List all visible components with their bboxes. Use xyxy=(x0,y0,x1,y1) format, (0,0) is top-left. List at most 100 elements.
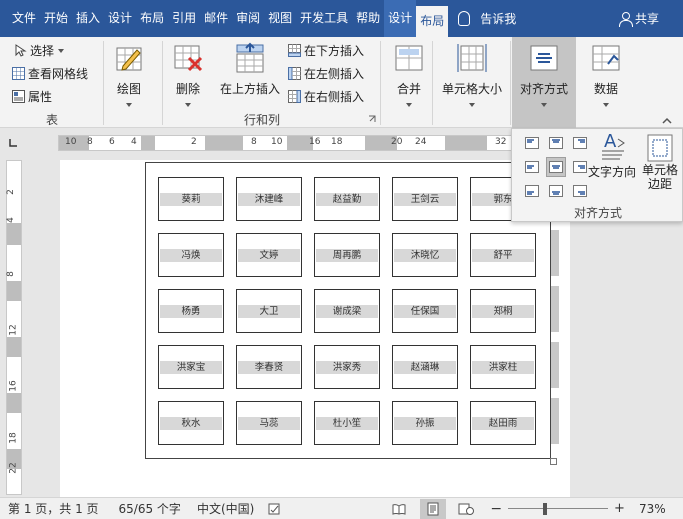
tab-table-layout[interactable]: 布局 xyxy=(416,4,449,37)
tab-mailings[interactable]: 邮件 xyxy=(200,0,232,37)
cell-text: 沐晓忆 xyxy=(394,248,456,262)
dialog-launcher-icon[interactable] xyxy=(368,115,376,123)
cell-text: 赵涵琳 xyxy=(394,360,456,374)
document-page[interactable]: 葵莉 沐建峰 赵益勤 王剑云 郭东 冯焕 文婷 周再鹏 沐晓忆 舒平 杨勇 大卫… xyxy=(60,160,570,497)
table-cell[interactable]: 冯焕 xyxy=(158,233,224,277)
person-icon xyxy=(618,11,633,27)
cell-text: 冯焕 xyxy=(160,248,222,262)
align-middle-right-icon xyxy=(573,161,587,173)
tab-insert[interactable]: 插入 xyxy=(72,0,104,37)
properties-button[interactable]: 属性 xyxy=(12,88,52,105)
chevron-down-icon xyxy=(185,103,191,107)
tab-references[interactable]: 引用 xyxy=(168,0,200,37)
table-cell[interactable]: 任保国 xyxy=(392,289,458,333)
table-cell[interactable]: 杨勇 xyxy=(158,289,224,333)
tab-layout[interactable]: 布局 xyxy=(136,0,168,37)
word-count[interactable]: 65/65 个字 xyxy=(119,500,181,517)
proofing-icon[interactable] xyxy=(268,502,282,516)
insert-left-button[interactable]: 在左侧插入 xyxy=(288,65,364,82)
print-layout-button[interactable] xyxy=(420,498,447,519)
table-cell[interactable]: 杜小笙 xyxy=(314,401,380,445)
collapse-ribbon-icon[interactable] xyxy=(662,117,672,125)
svg-text:A: A xyxy=(604,131,617,152)
table-cell[interactable]: 舒平 xyxy=(470,233,536,277)
tab-table-design[interactable]: 设计 xyxy=(384,0,417,37)
column-shade xyxy=(551,398,559,444)
table-cell[interactable]: 孙振 xyxy=(392,401,458,445)
align-middle-center-button[interactable] xyxy=(546,157,566,177)
zoom-thumb[interactable] xyxy=(543,502,548,515)
ruler-number: 6 xyxy=(109,137,115,147)
zoom-in-button[interactable]: + xyxy=(614,501,625,516)
share-button[interactable]: 共享 xyxy=(618,10,659,27)
cell-size-button[interactable]: 单元格大小 xyxy=(442,42,502,107)
vertical-ruler[interactable]: 2 4 8 12 16 18 22 xyxy=(6,160,22,495)
tell-me-search[interactable]: 告诉我 xyxy=(458,10,516,27)
insert-above-button[interactable]: 在上方插入 xyxy=(220,42,280,97)
tab-selector-icon[interactable] xyxy=(6,136,20,150)
table-cell[interactable]: 葵莉 xyxy=(158,177,224,221)
table-cell[interactable]: 洪家秀 xyxy=(314,345,380,389)
alignment-button[interactable]: 对齐方式 xyxy=(512,37,576,128)
table-resize-handle[interactable] xyxy=(550,458,557,465)
align-top-center-button[interactable] xyxy=(546,133,566,153)
align-bottom-left-button[interactable] xyxy=(522,181,542,201)
text-direction-button[interactable]: A 文字方向 xyxy=(588,131,636,180)
outer-table[interactable]: 葵莉 沐建峰 赵益勤 王剑云 郭东 冯焕 文婷 周再鹏 沐晓忆 舒平 杨勇 大卫… xyxy=(145,162,551,459)
table-cell[interactable]: 沐晓忆 xyxy=(392,233,458,277)
tab-developer[interactable]: 开发工具 xyxy=(296,0,352,37)
ruler-number: 10 xyxy=(271,137,283,147)
language[interactable]: 中文(中国) xyxy=(197,500,254,517)
web-layout-icon[interactable] xyxy=(458,502,475,516)
tab-help[interactable]: 帮助 xyxy=(352,0,384,37)
tab-design[interactable]: 设计 xyxy=(104,0,136,37)
draw-button[interactable]: 绘图 xyxy=(113,42,145,107)
align-bottom-center-button[interactable] xyxy=(546,181,566,201)
cell-text: 王剑云 xyxy=(394,192,456,206)
zoom-out-button[interactable]: − xyxy=(490,501,502,517)
table-cell[interactable]: 马蕊 xyxy=(236,401,302,445)
align-top-right-button[interactable] xyxy=(570,133,590,153)
align-top-left-button[interactable] xyxy=(522,133,542,153)
tab-file[interactable]: 文件 xyxy=(8,0,40,37)
table-cell[interactable]: 洪家柱 xyxy=(470,345,536,389)
zoom-slider[interactable] xyxy=(508,502,609,515)
horizontal-ruler[interactable]: 10 8 6 4 2 8 10 16 18 24 20 32 xyxy=(58,135,513,151)
insert-below-button[interactable]: 在下方插入 xyxy=(288,42,364,59)
zoom-level[interactable]: 73% xyxy=(639,502,666,516)
table-cell[interactable]: 赵涵琳 xyxy=(392,345,458,389)
table-cell[interactable]: 王剑云 xyxy=(392,177,458,221)
align-middle-right-button[interactable] xyxy=(570,157,590,177)
page-count[interactable]: 第 1 页，共 1 页 xyxy=(8,500,99,517)
data-button[interactable]: 数据 xyxy=(590,42,622,107)
delete-button[interactable]: 删除 xyxy=(172,42,204,107)
table-cell[interactable]: 文婷 xyxy=(236,233,302,277)
table-cell[interactable]: 周再鹏 xyxy=(314,233,380,277)
ruler-number: 16 xyxy=(8,380,19,392)
read-mode-icon[interactable] xyxy=(392,502,406,516)
table-cell[interactable]: 大卫 xyxy=(236,289,302,333)
view-gridlines-button[interactable]: 查看网格线 xyxy=(12,65,88,82)
cell-margins-button[interactable]: 单元格 边距 xyxy=(636,133,683,191)
cell-text: 洪家秀 xyxy=(316,360,378,374)
table-cell[interactable]: 郑桐 xyxy=(470,289,536,333)
table-cell[interactable]: 秋水 xyxy=(158,401,224,445)
ribbon: 选择 查看网格线 属性 表 绘图 删除 在上方插入 在下方插入 在左侧插入 在右… xyxy=(0,37,683,128)
table-cell[interactable]: 洪家宝 xyxy=(158,345,224,389)
tab-home[interactable]: 开始 xyxy=(40,0,72,37)
align-bottom-center-icon xyxy=(549,185,563,197)
select-button[interactable]: 选择 xyxy=(14,42,65,59)
align-middle-left-button[interactable] xyxy=(522,157,542,177)
tab-review[interactable]: 审阅 xyxy=(232,0,264,37)
table-cell[interactable]: 沐建峰 xyxy=(236,177,302,221)
merge-button[interactable]: 合并 xyxy=(393,42,425,107)
insert-right-button[interactable]: 在右侧插入 xyxy=(288,88,364,105)
table-group-label: 表 xyxy=(46,113,59,127)
table-cell[interactable]: 李春贤 xyxy=(236,345,302,389)
table-cell[interactable]: 谢成梁 xyxy=(314,289,380,333)
align-bottom-right-button[interactable] xyxy=(570,181,590,201)
ruler-row-marker xyxy=(7,337,21,357)
table-cell[interactable]: 赵益勤 xyxy=(314,177,380,221)
tab-view[interactable]: 视图 xyxy=(264,0,296,37)
table-cell[interactable]: 赵田雨 xyxy=(470,401,536,445)
